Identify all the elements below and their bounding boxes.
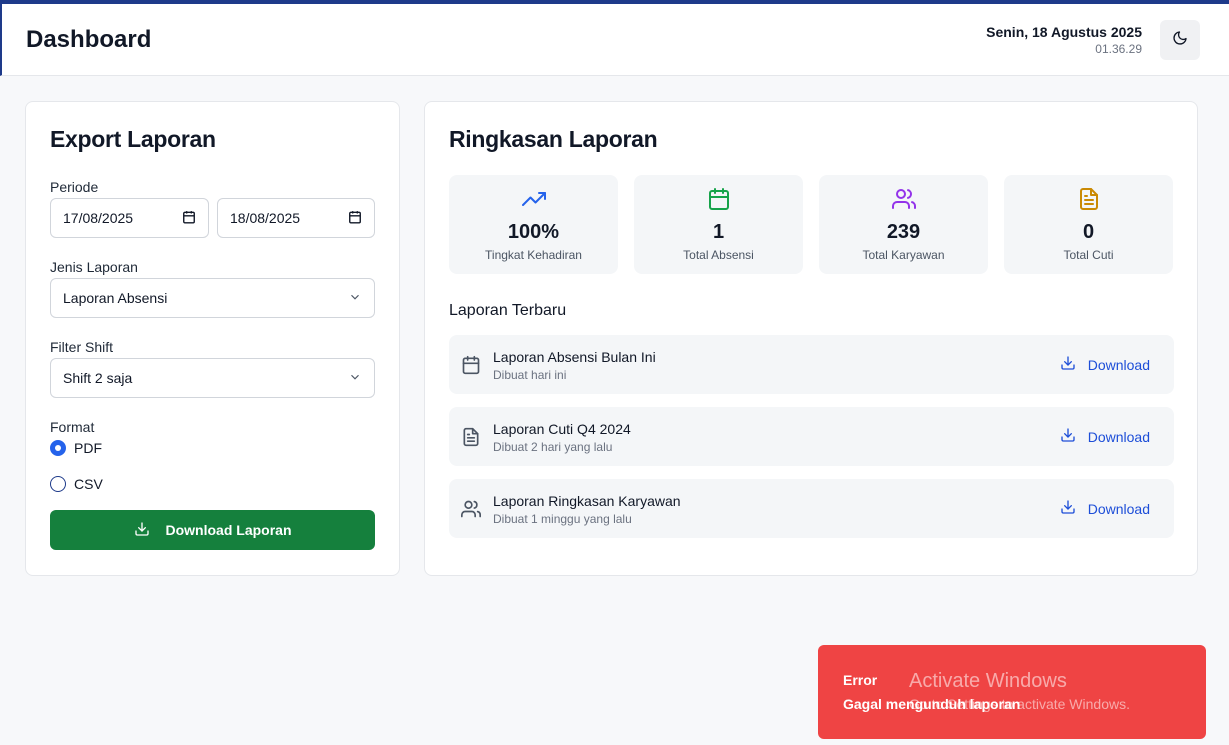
download-icon (1060, 355, 1088, 374)
stat-label: Total Cuti (1063, 248, 1114, 262)
trending-up-icon (449, 187, 618, 211)
moon-icon (1172, 30, 1188, 51)
download-icon (1060, 427, 1088, 446)
stat-label: Total Absensi (683, 248, 754, 262)
calendar-icon[interactable] (348, 210, 362, 227)
calendar-icon (461, 355, 481, 380)
date-from-input[interactable]: 17/08/2025 (50, 198, 209, 238)
stat-attendance-rate: 100% Tingkat Kehadiran (449, 175, 618, 274)
stat-total-leave: 0 Total Cuti (1004, 175, 1173, 274)
calendar-icon (634, 187, 803, 211)
current-time: 01.36.29 (1095, 42, 1142, 56)
report-download-button[interactable]: Download (1060, 499, 1150, 518)
format-radio-csv[interactable]: CSV (50, 476, 103, 492)
users-icon (819, 187, 988, 211)
windows-activation-subtitle: Go to Settings to activate Windows. (909, 696, 1130, 712)
chevron-down-icon (348, 370, 362, 387)
format-label: Format (50, 419, 95, 435)
stat-total-employees: 239 Total Karyawan (819, 175, 988, 274)
report-list-item: Laporan Ringkasan Karyawan Dibuat 1 ming… (449, 479, 1174, 538)
report-name: Laporan Ringkasan Karyawan (493, 493, 681, 509)
shift-filter-select[interactable]: Shift 2 saja (50, 358, 375, 398)
download-report-label: Download Laporan (165, 522, 292, 538)
date-to-value: 18/08/2025 (230, 210, 301, 226)
radio-indicator[interactable] (50, 476, 66, 492)
summary-card-title: Ringkasan Laporan (449, 126, 658, 152)
windows-activation-title: Activate Windows (909, 670, 1067, 692)
download-icon (134, 521, 166, 540)
export-report-card: Export Laporan Periode 17/08/2025 18/08/… (25, 101, 400, 576)
report-type-value: Laporan Absensi (63, 290, 168, 306)
report-list-item: Laporan Absensi Bulan Ini Dibuat hari in… (449, 335, 1174, 394)
format-option-label: CSV (74, 476, 103, 492)
file-text-icon (461, 427, 481, 452)
report-meta: Dibuat hari ini (493, 368, 567, 382)
shift-filter-value: Shift 2 saja (63, 370, 133, 386)
current-date: Senin, 18 Agustus 2025 (986, 24, 1142, 40)
shift-filter-label: Filter Shift (50, 339, 114, 355)
report-download-button[interactable]: Download (1060, 355, 1150, 374)
report-meta: Dibuat 2 hari yang lalu (493, 440, 613, 454)
theme-toggle-button[interactable] (1160, 20, 1200, 60)
report-meta: Dibuat 1 minggu yang lalu (493, 512, 632, 526)
file-text-icon (1004, 187, 1173, 211)
format-radio-pdf[interactable]: PDF (50, 440, 102, 456)
date-to-input[interactable]: 18/08/2025 (217, 198, 375, 238)
format-option-label: PDF (74, 440, 102, 456)
calendar-icon[interactable] (182, 210, 196, 227)
date-from-value: 17/08/2025 (63, 210, 134, 226)
radio-indicator[interactable] (50, 440, 66, 456)
stat-label: Total Karyawan (862, 248, 945, 262)
report-name: Laporan Absensi Bulan Ini (493, 349, 656, 365)
download-label: Download (1087, 356, 1150, 373)
recent-reports-title: Laporan Terbaru (449, 302, 567, 319)
app-header: Dashboard Senin, 18 Agustus 2025 01.36.2… (0, 4, 1229, 76)
download-icon (1060, 499, 1088, 518)
download-label: Download (1087, 500, 1150, 517)
report-name: Laporan Cuti Q4 2024 (493, 421, 631, 437)
report-summary-card: Ringkasan Laporan 100% Tingkat Kehadiran… (424, 101, 1198, 576)
download-report-button[interactable]: Download Laporan (50, 510, 375, 550)
report-download-button[interactable]: Download (1060, 427, 1150, 446)
stat-total-attendance: 1 Total Absensi (634, 175, 803, 274)
period-label: Periode (50, 179, 99, 195)
report-list-item: Laporan Cuti Q4 2024 Dibuat 2 hari yang … (449, 407, 1174, 466)
page-title: Dashboard (26, 26, 152, 53)
stat-value: 239 (886, 221, 921, 243)
report-type-label: Jenis Laporan (50, 259, 138, 275)
stat-label: Tingkat Kehadiran (485, 248, 582, 262)
chevron-down-icon (348, 290, 362, 307)
download-label: Download (1087, 428, 1150, 445)
stat-value: 1 (712, 221, 725, 243)
stat-value: 100% (507, 221, 560, 243)
toast-title: Error (843, 672, 878, 688)
export-card-title: Export Laporan (50, 126, 216, 152)
report-type-select[interactable]: Laporan Absensi (50, 278, 375, 318)
stat-value: 0 (1082, 221, 1095, 243)
users-icon (461, 499, 481, 524)
